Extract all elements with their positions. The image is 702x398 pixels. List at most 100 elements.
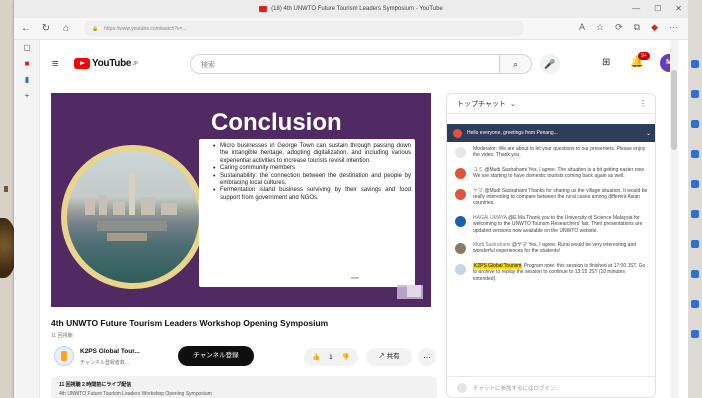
chevron-down-icon[interactable]: ⌄ xyxy=(646,130,651,137)
chat-avatar xyxy=(455,147,466,158)
home-icon[interactable]: ⌂ xyxy=(58,23,74,34)
video-player[interactable]: Conclusion Micro businesses in George To… xyxy=(51,93,431,307)
minimize-icon[interactable]: — xyxy=(632,4,640,13)
extension-icon[interactable]: ◆ xyxy=(651,22,658,33)
youtube-sidebar-icon[interactable]: ■ xyxy=(14,56,40,72)
slide-bullet: Sustainability: the connection between t… xyxy=(213,173,411,188)
share-label: 共有 xyxy=(386,353,400,360)
slide-text-card: Micro businesses in George Town can sust… xyxy=(199,139,415,287)
slide-title: Conclusion xyxy=(211,109,342,136)
chat-header[interactable]: トップチャット ⌄ ⋮ xyxy=(447,94,655,114)
pinned-text: Hello everyone, greetings from Penang... xyxy=(467,130,558,136)
bookmark-icon[interactable]: ▮ xyxy=(14,72,40,88)
window-title: (18) 4th UNWTO Future Tourism Leaders Sy… xyxy=(271,6,443,12)
chat-message: Mudi Sastrahami @ヤマ Yes, I agree. Rural … xyxy=(447,242,655,255)
chat-message: ユミ @Mudi Sastrahami Yes, I agree. The si… xyxy=(447,166,655,180)
page-scrollbar[interactable] xyxy=(670,40,678,398)
collections-icon[interactable]: ⧉ xyxy=(634,22,640,33)
like-dislike-button[interactable]: 👍 1 👎 xyxy=(304,348,358,366)
video-views: 11 回視聴 xyxy=(51,333,73,339)
chat-avatar xyxy=(455,215,466,227)
chat-message: ヤマ @Mudi Sastrahami Thanks for sharing u… xyxy=(447,187,655,207)
slide-bullet-list: Micro businesses in George Town can sust… xyxy=(213,143,411,202)
back-arrow-icon[interactable]: ← xyxy=(18,23,34,34)
chat-message: Moderator: We are about to let your ques… xyxy=(447,146,655,159)
title-bar: (18) 4th UNWTO Future Tourism Leaders Sy… xyxy=(14,0,688,18)
close-icon[interactable]: ✕ xyxy=(675,4,682,13)
browser-actions: A ☆ ⟳ ⧉ ◆ ⋯ xyxy=(579,22,678,33)
chat-message: K2PS Global Tourism Program note: this s… xyxy=(447,262,655,282)
slide-bullet: Caring community members xyxy=(213,165,411,173)
browser-toolbar: ← ↻ ⌂ 🔒 https://www.youtube.com/watch?v=… xyxy=(14,18,688,40)
chat-input-placeholder: チャットに参加するにはログイン... xyxy=(473,385,561,392)
region-code: JP xyxy=(132,60,139,67)
chat-author: ヤマ xyxy=(473,187,484,194)
chat-text: @Mudi Sastrahami Yes, I agree. The situa… xyxy=(473,166,646,180)
video-title: 4th UNWTO Future Tourism Leaders Worksho… xyxy=(51,318,329,328)
more-actions-button[interactable]: … xyxy=(418,348,436,366)
maximize-icon[interactable]: ☐ xyxy=(654,4,661,13)
thumbs-down-icon[interactable]: 👎 xyxy=(342,353,350,361)
chat-text: Moderator: We are about to let your ques… xyxy=(473,146,646,159)
window-controls: — ☐ ✕ xyxy=(632,4,682,13)
slide-decoration xyxy=(407,285,421,297)
address-bar[interactable]: 🔒 https://www.youtube.com/watch?v=... xyxy=(84,21,524,36)
slide-bullet: Fermentation island business surviving b… xyxy=(213,187,411,202)
description-box[interactable]: 11 回視聴 2 時間前にライブ配信 4th UNWTO Future Tour… xyxy=(51,376,437,398)
slide-photo-frame xyxy=(61,145,205,289)
lock-icon: 🔒 xyxy=(92,25,99,32)
chat-input[interactable]: チャットに参加するにはログイン... xyxy=(447,376,655,397)
background-photo-right xyxy=(688,0,702,398)
thumbs-up-icon[interactable]: 👍 xyxy=(312,353,320,361)
chevron-down-icon[interactable]: ⌄ xyxy=(510,100,516,108)
chat-author: HAGAI UMAYA xyxy=(473,214,507,221)
youtube-header: ≡ YouTube JP 検索 ⌕ 🎤 ⊞ 🔔 9+ M xyxy=(40,40,680,88)
menu-icon[interactable]: ≡ xyxy=(52,58,58,70)
read-aloud-icon[interactable]: A xyxy=(579,22,585,33)
live-chat-panel: トップチャット ⌄ ⋮ Hello everyone, greetings fr… xyxy=(446,93,656,398)
url-text: https://www.youtube.com/watch?v=... xyxy=(104,25,187,32)
description-text: 4th UNWTO Future Tourism Leaders Worksho… xyxy=(59,391,212,397)
youtube-favicon-icon xyxy=(259,6,268,12)
pinned-message[interactable]: Hello everyone, greetings from Penang...… xyxy=(447,124,655,142)
settings-more-icon[interactable]: ⋯ xyxy=(669,22,678,33)
chat-author: ユミ xyxy=(473,166,484,173)
microphone-icon[interactable]: 🎤 xyxy=(540,54,560,74)
youtube-logo[interactable]: YouTube JP xyxy=(74,58,138,69)
tabs-icon[interactable]: ▢ xyxy=(14,40,40,56)
background-photo-left xyxy=(0,0,16,398)
subscribe-button[interactable]: チャンネル登録 xyxy=(178,346,254,366)
chat-options-icon[interactable]: ⋮ xyxy=(639,99,647,108)
background-mark xyxy=(4,186,8,192)
notification-badge: 9+ xyxy=(638,52,650,60)
chat-input-avatar xyxy=(457,382,467,393)
add-icon[interactable]: + xyxy=(14,88,40,104)
refresh-ext-icon[interactable]: ⟳ xyxy=(615,22,623,33)
chat-avatar xyxy=(455,243,466,255)
chat-message-list: Moderator: We are about to let your ques… xyxy=(447,142,655,282)
screen: (18) 4th UNWTO Future Tourism Leaders Sy… xyxy=(0,0,702,398)
search-icon[interactable]: ⌕ xyxy=(500,54,532,74)
youtube-wordmark: YouTube xyxy=(92,58,132,69)
slide-page-marker: **** xyxy=(351,277,359,283)
chat-message: HAGAI UMAYA @E Ma Thank you to the Unive… xyxy=(447,214,655,234)
channel-avatar[interactable] xyxy=(54,346,74,366)
share-icon: ↗ xyxy=(378,353,385,360)
search-input[interactable]: 検索 xyxy=(190,54,500,74)
chat-author: Mudi Sastrahami xyxy=(473,242,511,249)
description-meta: 11 回視聴 2 時間前にライブ配信 xyxy=(59,382,132,388)
share-button[interactable]: ↗ 共有 xyxy=(366,348,412,366)
scrollbar-thumb[interactable] xyxy=(671,70,677,150)
reload-icon[interactable]: ↻ xyxy=(38,23,54,34)
favorite-icon[interactable]: ☆ xyxy=(596,22,604,33)
youtube-play-icon xyxy=(74,58,90,69)
chat-avatar xyxy=(455,188,466,200)
chat-text: @Mudi Sastrahami Thanks for sharing us t… xyxy=(473,187,648,207)
like-count: 1 xyxy=(329,353,333,361)
chat-avatar xyxy=(455,263,466,275)
create-video-icon[interactable]: ⊞ xyxy=(602,57,610,68)
chat-mode-label: トップチャット xyxy=(457,100,506,108)
slide-city-photo xyxy=(67,151,199,283)
chat-avatar xyxy=(455,167,466,179)
channel-name[interactable]: K2PS Global Tour... xyxy=(80,348,140,355)
